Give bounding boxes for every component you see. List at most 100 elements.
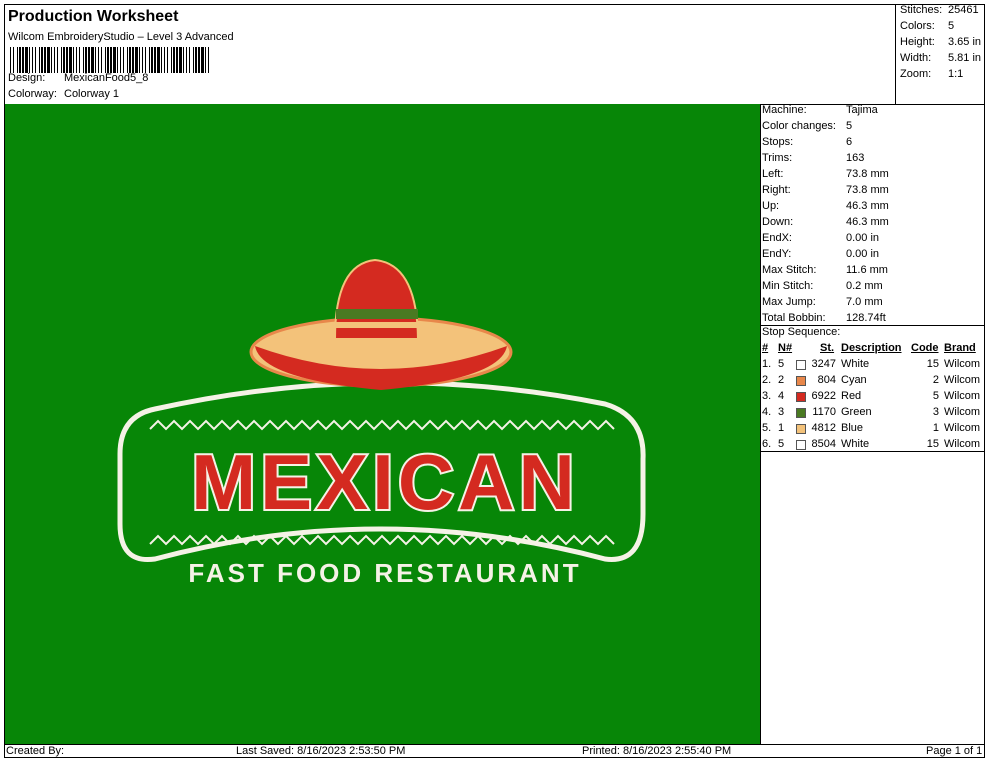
row-num: 4. [762, 406, 772, 418]
info-value: 6 [846, 136, 853, 148]
zigzag-top [149, 419, 615, 431]
row-n: 5 [778, 358, 785, 370]
stop-sequence-title: Stop Sequence: [762, 326, 841, 338]
info-label: Color changes: [762, 120, 836, 132]
row-st: 804 [817, 374, 836, 386]
barcode-bar [110, 47, 112, 73]
row-desc: White [841, 438, 870, 450]
info-label: Up: [762, 200, 780, 212]
barcode-bar [98, 47, 99, 73]
info-value: 0.00 in [846, 232, 880, 244]
colorway-value: Colorway 1 [64, 88, 120, 100]
row-st: 1170 [812, 406, 836, 418]
barcode-bar [113, 47, 116, 73]
barcode-bar [76, 47, 77, 73]
barcode-bar [154, 47, 156, 73]
col-header: St. [820, 342, 835, 354]
color-swatch [796, 360, 806, 370]
barcode-bar [139, 47, 140, 73]
barcode-bar [198, 47, 200, 73]
col-header: Description [841, 342, 902, 354]
barcode-bar [95, 47, 96, 73]
info-endy: EndY: 0.00 in [762, 248, 879, 264]
table-divider [760, 451, 985, 452]
barcode-bar [183, 47, 184, 73]
color-swatch [796, 376, 806, 386]
summary-panel: Stitches: 25461 Colors: 5 Height: 3.65 in W… [895, 4, 985, 104]
row-st: 4812 [811, 422, 836, 434]
info-value: 5 [846, 120, 853, 132]
info-value: 11.6 mm [846, 264, 888, 276]
row-n: 1 [778, 422, 785, 434]
barcode-bar [164, 47, 165, 73]
barcode-bar [41, 47, 43, 73]
row-n: 2 [778, 374, 785, 386]
info-color-changes: Color changes: 5 [762, 120, 852, 136]
summary-value: 5 [948, 20, 955, 32]
colorway-label: Colorway: [8, 88, 57, 100]
info-label: Max Stitch: [762, 264, 817, 276]
printed-date: Printed: 8/16/2023 2:55:40 PM [582, 745, 732, 757]
col-header: Brand [944, 342, 976, 354]
barcode-bar [69, 47, 72, 73]
info-stops: Stops: 6 [762, 136, 852, 152]
summary-label: Colors: [900, 20, 935, 32]
info-value: Tajima [846, 104, 878, 116]
info-max-stitch: Max Stitch: 11.6 mm [762, 264, 888, 280]
row-code: 5 [932, 390, 939, 402]
barcode-bar [85, 47, 87, 73]
design-label: Design: [8, 72, 46, 84]
info-down: Down: 46.3 mm [762, 216, 889, 232]
row-brand: Wilcom [944, 358, 981, 370]
row-code: 1 [932, 422, 939, 434]
barcode-bar [186, 47, 187, 73]
info-right: Right: 73.8 mm [762, 184, 889, 200]
barcode-bar [167, 47, 168, 73]
barcode-bar [19, 47, 21, 73]
barcode-bar [51, 47, 52, 73]
summary-label: Stitches: [900, 4, 943, 16]
info-value: 0.00 in [846, 248, 880, 260]
stop-sequence-table: # N# St. Description Code Brand 1. 5 324… [762, 342, 984, 454]
row-code: 15 [926, 358, 939, 370]
worksheet-header: Production Worksheet Wilcom EmbroiderySt… [4, 4, 895, 104]
color-swatch [796, 392, 806, 402]
summary-stitches: Stitches: 25461 [900, 4, 979, 16]
barcode-bar [205, 47, 206, 73]
summary-value: 3.65 in [948, 36, 982, 48]
info-min-stitch: Min Stitch: 0.2 mm [762, 280, 883, 296]
row-desc: Blue [841, 422, 864, 434]
barcode-bar [13, 47, 14, 73]
row-num: 6. [762, 438, 772, 450]
info-label: Left: [762, 168, 784, 180]
barcode-bar [145, 47, 146, 73]
info-value: 128.74ft [846, 312, 886, 324]
sombrero-green-band [336, 309, 418, 319]
row-num: 1. [762, 358, 772, 370]
worksheet-footer: Created By: Last Saved: 8/16/2023 2:53:5… [4, 744, 985, 758]
info-label: Machine: [762, 104, 807, 116]
barcode-bar [73, 47, 74, 73]
info-label: EndX: [762, 232, 792, 244]
info-value: 0.2 mm [846, 280, 883, 292]
barcode-bar [32, 47, 33, 73]
summary-value: 1:1 [948, 68, 964, 80]
row-n: 3 [778, 406, 785, 418]
row-desc: Red [841, 390, 862, 402]
color-swatch [796, 424, 806, 434]
row-num: 3. [762, 390, 772, 402]
barcode-bar [39, 47, 40, 73]
row-desc: Cyan [841, 374, 867, 386]
barcode-bar [179, 47, 182, 73]
barcode-bar [117, 47, 118, 73]
info-value: 7.0 mm [846, 296, 883, 308]
barcode-bar [161, 47, 162, 73]
barcode-bar [10, 47, 11, 73]
barcode-bar [129, 47, 131, 73]
info-label: Max Jump: [762, 296, 816, 308]
barcode-bar [189, 47, 190, 73]
created-by: Created By: [6, 745, 65, 757]
panel-divider [760, 104, 761, 744]
barcode-bar [61, 47, 62, 73]
barcode-bar [157, 47, 160, 73]
